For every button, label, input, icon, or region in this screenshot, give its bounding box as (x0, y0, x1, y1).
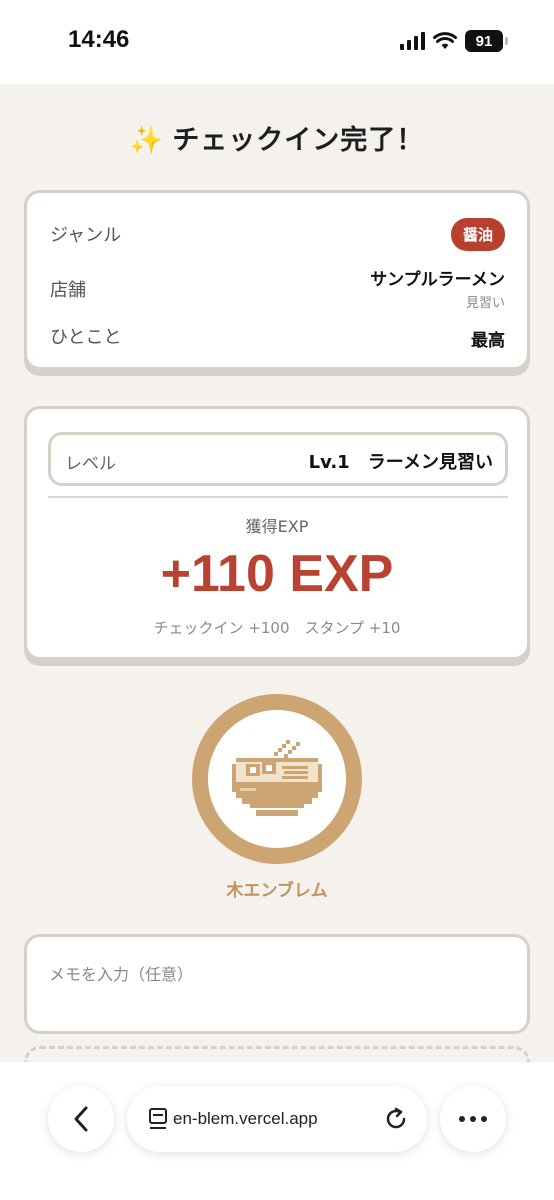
exp-gained-value: +110 EXP (160, 545, 394, 603)
shop-label: 店舗 (50, 280, 86, 301)
level-value: Lv.1 ラーメン見習い (308, 452, 493, 473)
exp-breakdown: チェックイン +100 スタンプ +10 (153, 619, 401, 637)
level-label: レベル (65, 454, 116, 474)
tabs-icon (149, 1108, 167, 1129)
shop-subtitle: 見習い (465, 296, 505, 311)
exp-gained-label: 獲得EXP (245, 517, 309, 536)
ramen-bowl-icon (232, 740, 322, 816)
status-bar: 14:46 91 (0, 0, 554, 84)
emblem-badge (192, 694, 362, 864)
comment-value: 最高 (471, 331, 505, 351)
back-button[interactable] (48, 1086, 114, 1152)
battery-cap (505, 37, 508, 45)
battery-icon: 91 (465, 30, 503, 52)
shop-name: サンプルラーメン (370, 270, 505, 290)
chevron-left-icon (74, 1106, 88, 1132)
url-text: en-blem.vercel.app (173, 1109, 318, 1128)
comment-label: ひとこと (50, 327, 122, 348)
wifi-icon (433, 32, 457, 49)
genre-badge: 醤油 (450, 218, 505, 251)
more-button[interactable] (440, 1086, 506, 1152)
page-title: ✨ チェックイン完了！ (0, 118, 554, 157)
status-icons: 91 (400, 30, 508, 52)
exp-card: レベル Lv.1 ラーメン見習い 獲得EXP +110 EXP チェックイン +… (24, 406, 530, 660)
browser-toolbar: en-blem.vercel.app (0, 1062, 554, 1200)
divider (48, 496, 508, 498)
status-time: 14:46 (68, 26, 130, 53)
signal-icon (400, 32, 425, 50)
more-icon (459, 1116, 487, 1122)
page-title-text: チェックイン完了！ (172, 125, 425, 156)
reload-icon[interactable] (383, 1106, 409, 1132)
level-box: レベル Lv.1 ラーメン見習い (48, 432, 508, 486)
genre-label: ジャンル (50, 225, 122, 246)
sparkle-icon: ✨ (129, 125, 165, 156)
checkin-info-card: ジャンル 醤油 店舗 サンプルラーメン 見習い ひとこと 最高 (24, 190, 530, 370)
emblem-name: 木エンブレム (226, 881, 328, 901)
memo-input[interactable] (24, 934, 530, 1034)
address-bar[interactable]: en-blem.vercel.app (127, 1086, 427, 1152)
